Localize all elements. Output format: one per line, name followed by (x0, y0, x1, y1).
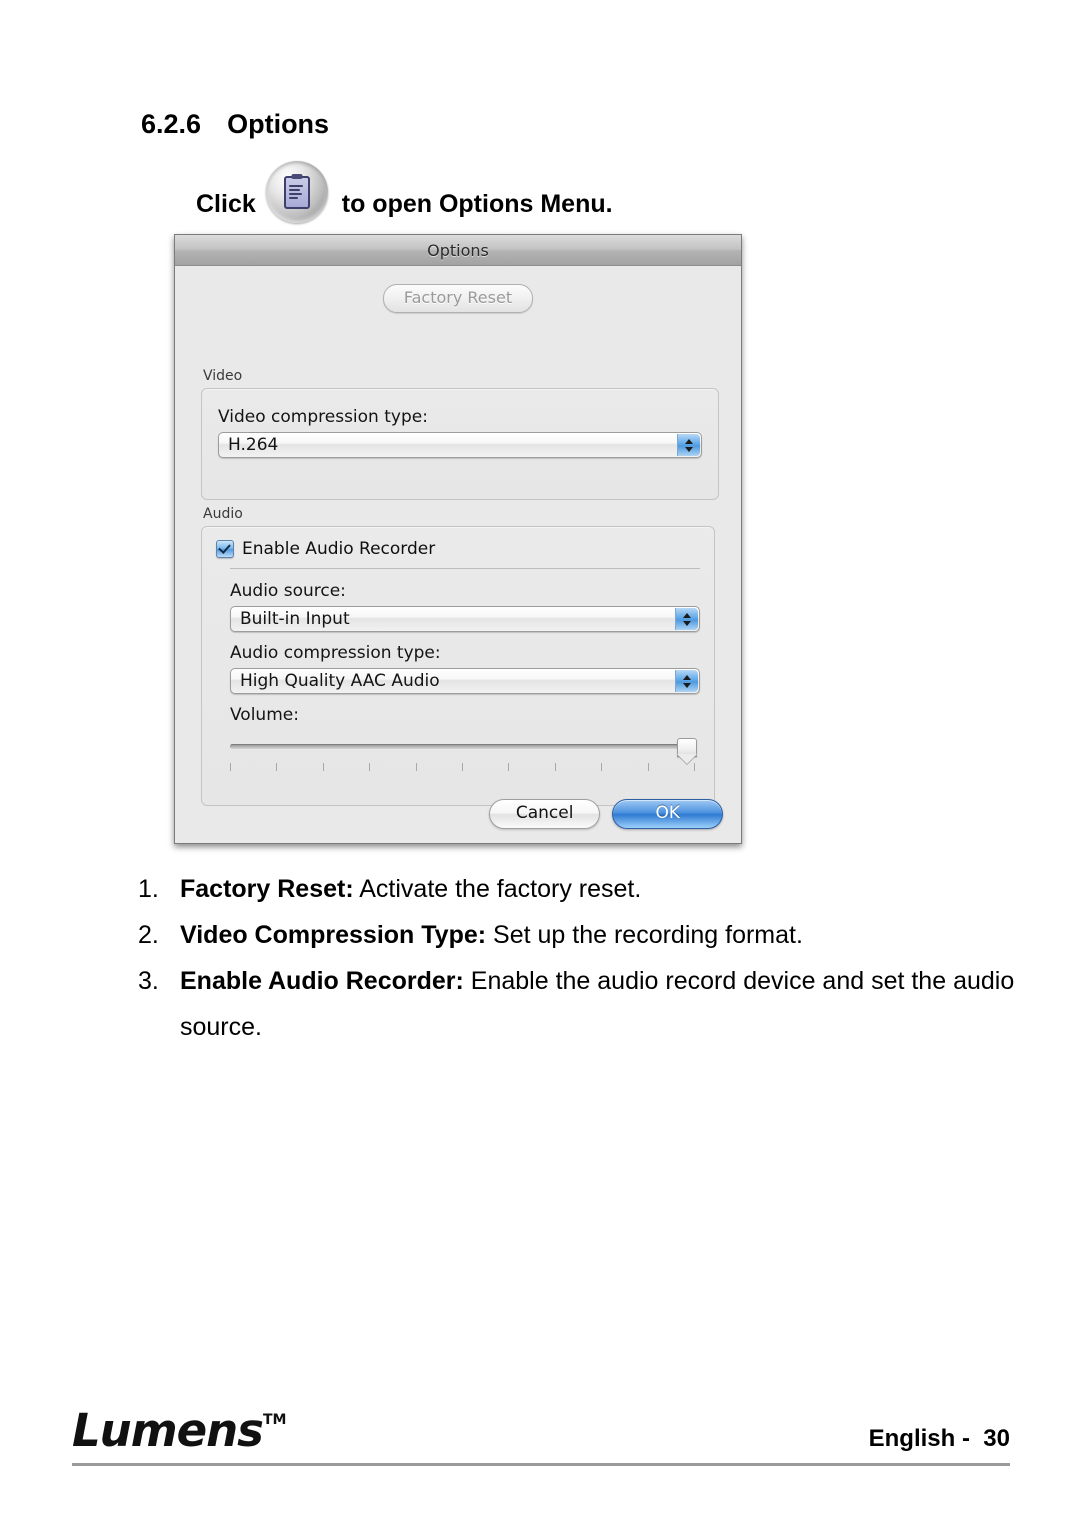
ok-button[interactable]: OK (612, 799, 723, 829)
heading-number: 6.2.6 (141, 109, 202, 139)
volume-slider-track[interactable] (230, 744, 695, 749)
chevron-up-icon (685, 438, 693, 444)
lumens-logo-text: Lumens (72, 1404, 264, 1457)
options-clipboard-icon (265, 161, 328, 223)
list-item-description: Activate the factory reset. (353, 875, 642, 903)
audio-compression-block: Audio compression type: High Quality AAC… (230, 643, 700, 694)
list-item-text: Enable Audio Recorder: Enable the audio … (180, 958, 1018, 1050)
list-item-term: Factory Reset: (180, 875, 354, 903)
footer-divider (72, 1463, 1010, 1466)
audio-separator (230, 568, 700, 569)
audio-group-content: Enable Audio Recorder Audio source: Buil… (216, 539, 700, 779)
volume-slider-tick (508, 763, 510, 771)
audio-group-box: Enable Audio Recorder Audio source: Buil… (201, 526, 715, 806)
audio-compression-value: High Quality AAC Audio (240, 671, 440, 691)
list-item-description: Set up the recording format. (486, 921, 803, 949)
list-item: 2. Video Compression Type: Set up the rec… (138, 912, 1018, 958)
click-instruction-trail: to open Options Menu. (341, 189, 613, 218)
chevron-down-icon (683, 620, 691, 626)
volume-slider-tick (693, 763, 695, 771)
volume-slider-tick (230, 763, 231, 771)
heading-title: Options (227, 109, 330, 139)
audio-source-label: Audio source: (230, 581, 346, 601)
clipboard-glyph (283, 175, 310, 209)
dialog-button-row: Cancel OK (488, 799, 723, 829)
audio-compression-label: Audio compression type: (230, 643, 441, 663)
volume-slider-tick (276, 763, 278, 771)
video-compression-label: Video compression type: (218, 407, 428, 427)
factory-reset-button[interactable]: Factory Reset (382, 284, 534, 313)
volume-slider-tick (369, 763, 371, 771)
volume-slider-tick (554, 763, 556, 771)
factory-reset-row: Factory Reset (175, 266, 741, 313)
list-item-text: Video Compression Type: Set up the recor… (180, 912, 1018, 958)
list-item-marker: 3. (138, 967, 159, 995)
page-title: 6.2.6 Options (126, 78, 329, 140)
volume-label: Volume: (230, 705, 299, 725)
lumens-logo-tm: TM (262, 1412, 287, 1428)
list-item: 1. Factory Reset: Activate the factory re… (138, 866, 1018, 912)
volume-slider-tick (415, 763, 417, 771)
list-item-marker: 1. (138, 875, 159, 903)
chevron-up-icon (683, 612, 691, 618)
chevron-up-icon (683, 674, 691, 680)
click-instruction-line: Click to open Options Menu. (196, 161, 613, 223)
chevron-updown-icon[interactable] (675, 670, 698, 692)
dialog-title: Options (427, 240, 489, 260)
video-group-label: Video (203, 368, 243, 384)
audio-source-block: Audio source: Built-in Input (230, 581, 700, 632)
notes-list: 1. Factory Reset: Activate the factory re… (138, 866, 1018, 1050)
video-compression-select[interactable]: H.264 (218, 432, 702, 458)
audio-source-select[interactable]: Built-in Input (230, 606, 700, 632)
clipboard-line (288, 193, 303, 195)
audio-fields: Audio source: Built-in Input Audio compr… (230, 581, 700, 779)
audio-compression-select[interactable]: High Quality AAC Audio (230, 668, 700, 694)
list-item-text: Factory Reset: Activate the factory rese… (180, 866, 1018, 912)
list-item: 3. Enable Audio Recorder: Enable the audi… (138, 958, 1018, 1050)
volume-slider-tick (322, 763, 324, 771)
options-dialog: Options Factory Reset Video Video compre… (174, 234, 742, 844)
click-instruction-lead: Click (196, 189, 256, 218)
chevron-down-icon (685, 446, 693, 452)
enable-audio-recorder-row[interactable]: Enable Audio Recorder (216, 539, 700, 559)
chevron-updown-icon[interactable] (675, 608, 698, 630)
audio-source-value: Built-in Input (240, 609, 350, 629)
volume-slider[interactable] (230, 737, 700, 779)
enable-audio-recorder-label: Enable Audio Recorder (242, 539, 436, 559)
clipboard-line (288, 185, 304, 187)
chevron-down-icon (683, 682, 691, 688)
video-compression-value: H.264 (228, 435, 279, 455)
enable-audio-recorder-checkbox[interactable] (216, 540, 234, 558)
dialog-titlebar: Options (175, 235, 741, 266)
chevron-updown-icon[interactable] (677, 434, 700, 456)
list-item-marker: 2. (138, 921, 159, 949)
cancel-button[interactable]: Cancel (488, 799, 601, 829)
volume-slider-tick (647, 763, 649, 771)
video-group-box: Video compression type: H.264 (201, 388, 719, 500)
list-item-term: Video Compression Type: (180, 921, 487, 949)
dialog-body: Factory Reset Video Video compression ty… (175, 266, 741, 843)
audio-group-label: Audio (203, 506, 243, 522)
clipboard-line (288, 197, 299, 199)
volume-slider-tick (461, 763, 463, 771)
clipboard-line (288, 189, 300, 191)
volume-slider-ticks (230, 763, 695, 771)
footer-page-number: English - 30 (868, 1425, 1010, 1452)
lumens-logo: LumensTM (72, 1404, 286, 1457)
list-item-term: Enable Audio Recorder: (180, 967, 464, 995)
video-group-content: Video compression type: H.264 (218, 407, 702, 458)
volume-slider-tick (601, 763, 603, 771)
volume-slider-knob[interactable] (677, 738, 697, 757)
volume-block: Volume: (230, 705, 700, 779)
